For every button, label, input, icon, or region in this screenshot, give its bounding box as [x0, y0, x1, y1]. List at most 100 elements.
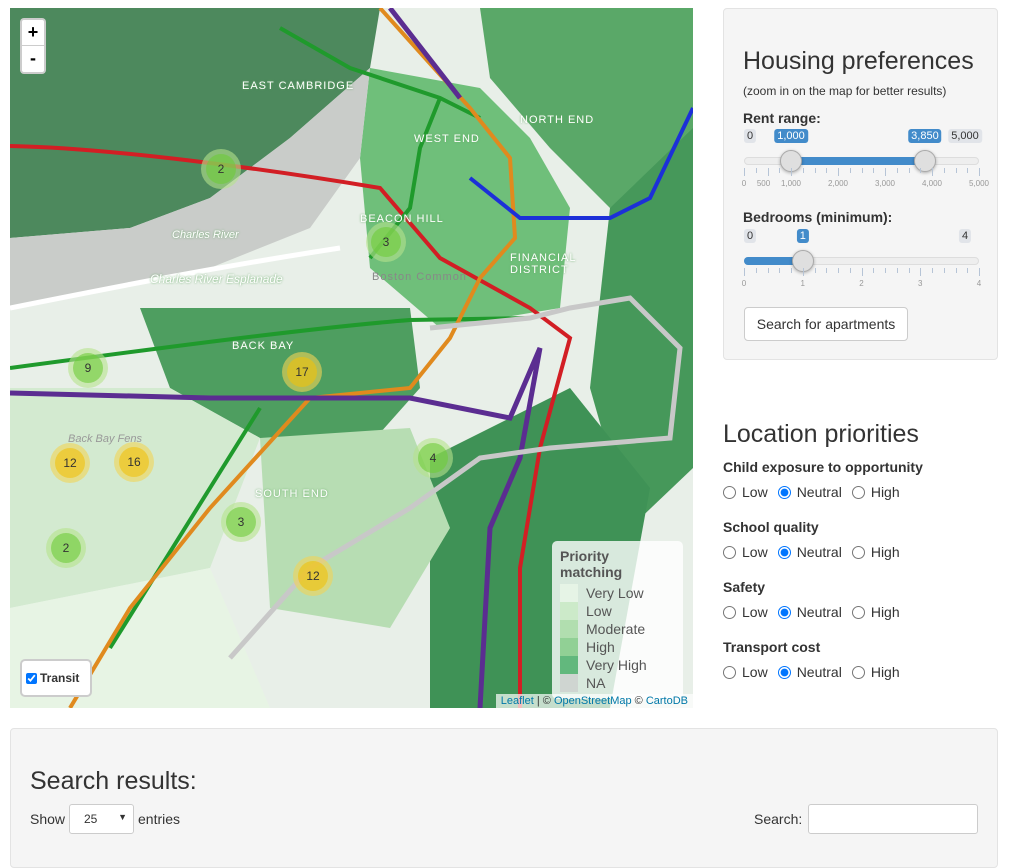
radio-label: Neutral [796, 484, 842, 500]
priority-option-low[interactable]: Low [723, 544, 768, 560]
map-label: BEACON HILL [360, 213, 444, 225]
slider-tick [744, 268, 745, 276]
marker-cluster[interactable]: 3 [221, 502, 261, 542]
cluster-count: 12 [298, 561, 328, 591]
slider-tick [779, 168, 781, 173]
priority-option-high[interactable]: High [851, 664, 900, 680]
legend-swatch [560, 674, 578, 692]
cluster-count: 4 [418, 443, 448, 473]
radio-button[interactable] [723, 665, 736, 679]
radio-label: Low [742, 664, 768, 680]
entries-value: 25 [84, 812, 98, 826]
slider-tick [755, 168, 757, 173]
slider-tick [873, 168, 875, 173]
cartodb-link[interactable]: CartoDB [646, 695, 688, 707]
priority-label: Safety [723, 579, 766, 595]
slider-tick [791, 168, 792, 176]
priority-option-neutral[interactable]: Neutral [777, 484, 842, 500]
slider-tick [873, 268, 875, 273]
location-priorities-title: Location priorities [723, 420, 919, 448]
legend-swatch [560, 638, 578, 656]
housing-subtitle: (zoom in on the map for better results) [743, 84, 947, 98]
radio-button[interactable] [723, 485, 736, 499]
marker-cluster[interactable]: 16 [114, 442, 154, 482]
radio-button[interactable] [777, 545, 791, 559]
slider-tick [838, 268, 839, 273]
slider-tick [861, 268, 863, 276]
osm-link[interactable]: OpenStreetMap [554, 695, 632, 707]
priority-option-high[interactable]: High [851, 604, 900, 620]
marker-cluster[interactable]: 12 [50, 443, 90, 483]
map-label: NORTH END [520, 114, 595, 126]
marker-cluster[interactable]: 3 [366, 222, 406, 262]
priority-option-low[interactable]: Low [723, 484, 768, 500]
zoom-control: + - [20, 18, 46, 74]
results-search-input[interactable] [808, 804, 978, 834]
priority-option-high[interactable]: High [851, 544, 900, 560]
priority-option-neutral[interactable]: Neutral [777, 604, 842, 620]
slider-tick-label: 3,000 [874, 179, 896, 188]
transit-checkbox[interactable] [26, 672, 37, 684]
priority-label: Child exposure to opportunity [723, 459, 923, 475]
priority-option-low[interactable]: Low [723, 664, 768, 680]
marker-cluster[interactable]: 2 [201, 149, 241, 189]
legend-label: Low [586, 603, 612, 619]
priority-radio-group: Low Neutral High [723, 604, 900, 620]
radio-button[interactable] [851, 545, 865, 559]
cluster-count: 17 [287, 357, 317, 387]
leaflet-link[interactable]: Leaflet [501, 695, 534, 707]
map[interactable]: EAST CAMBRIDGE WEST END NORTH END BEACON… [10, 8, 693, 708]
slider-tick [932, 168, 933, 176]
slider-tick [943, 168, 945, 173]
slider-tick [826, 168, 828, 173]
slider-tick [885, 268, 886, 273]
marker-cluster[interactable]: 9 [68, 348, 108, 388]
priority-option-low[interactable]: Low [723, 604, 768, 620]
priority-option-neutral[interactable]: Neutral [777, 544, 842, 560]
marker-cluster[interactable]: 2 [46, 528, 86, 568]
radio-button[interactable] [723, 545, 736, 559]
slider-tick-label: 2,000 [827, 179, 849, 188]
radio-button[interactable] [777, 605, 791, 619]
priority-option-neutral[interactable]: Neutral [777, 664, 842, 680]
slider-to-label: 3,850 [908, 129, 942, 143]
priority-radio-group: Low Neutral High [723, 664, 900, 680]
map-label: Boston Common [372, 271, 467, 283]
radio-button[interactable] [851, 485, 865, 499]
legend-swatch [560, 656, 578, 674]
marker-cluster[interactable]: 4 [413, 438, 453, 478]
slider-tick-label: 0 [741, 179, 747, 188]
slider-tick [791, 268, 792, 273]
slider-tick-label: 4,000 [921, 179, 943, 188]
priority-label: School quality [723, 519, 819, 535]
radio-button[interactable] [777, 665, 791, 679]
marker-cluster[interactable]: 17 [282, 352, 322, 392]
cluster-count: 2 [51, 533, 81, 563]
transit-toggle[interactable]: Transit [20, 659, 92, 697]
attribution-sep: © [631, 695, 646, 707]
radio-button[interactable] [777, 485, 791, 499]
slider-tick [920, 168, 922, 173]
zoom-out-button[interactable]: - [22, 46, 44, 72]
radio-button[interactable] [851, 605, 865, 619]
zoom-in-button[interactable]: + [22, 20, 44, 46]
slider-tick-label: 3 [918, 279, 923, 288]
cluster-count: 3 [226, 507, 256, 537]
search-apartments-button[interactable]: Search for apartments [744, 307, 908, 341]
entries-select[interactable]: 25 ▼ [69, 804, 134, 834]
radio-label: High [870, 604, 900, 620]
search-label: Search: [754, 811, 803, 827]
slider-tick [849, 168, 851, 173]
slider-tick-label: 1 [800, 279, 805, 288]
radio-label: High [870, 664, 900, 680]
radio-button[interactable] [723, 605, 736, 619]
slider-tick [849, 268, 851, 273]
marker-cluster[interactable]: 12 [293, 556, 333, 596]
map-label: FINANCIAL DISTRICT [510, 252, 577, 276]
map-legend: Priority matching Very Low Low Moderate Hig… [552, 541, 683, 699]
radio-button[interactable] [851, 665, 865, 679]
slider-tick-label: 0 [741, 279, 747, 288]
map-label: SOUTH END [255, 488, 329, 500]
transit-label: Transit [40, 671, 80, 685]
priority-option-high[interactable]: High [851, 484, 900, 500]
